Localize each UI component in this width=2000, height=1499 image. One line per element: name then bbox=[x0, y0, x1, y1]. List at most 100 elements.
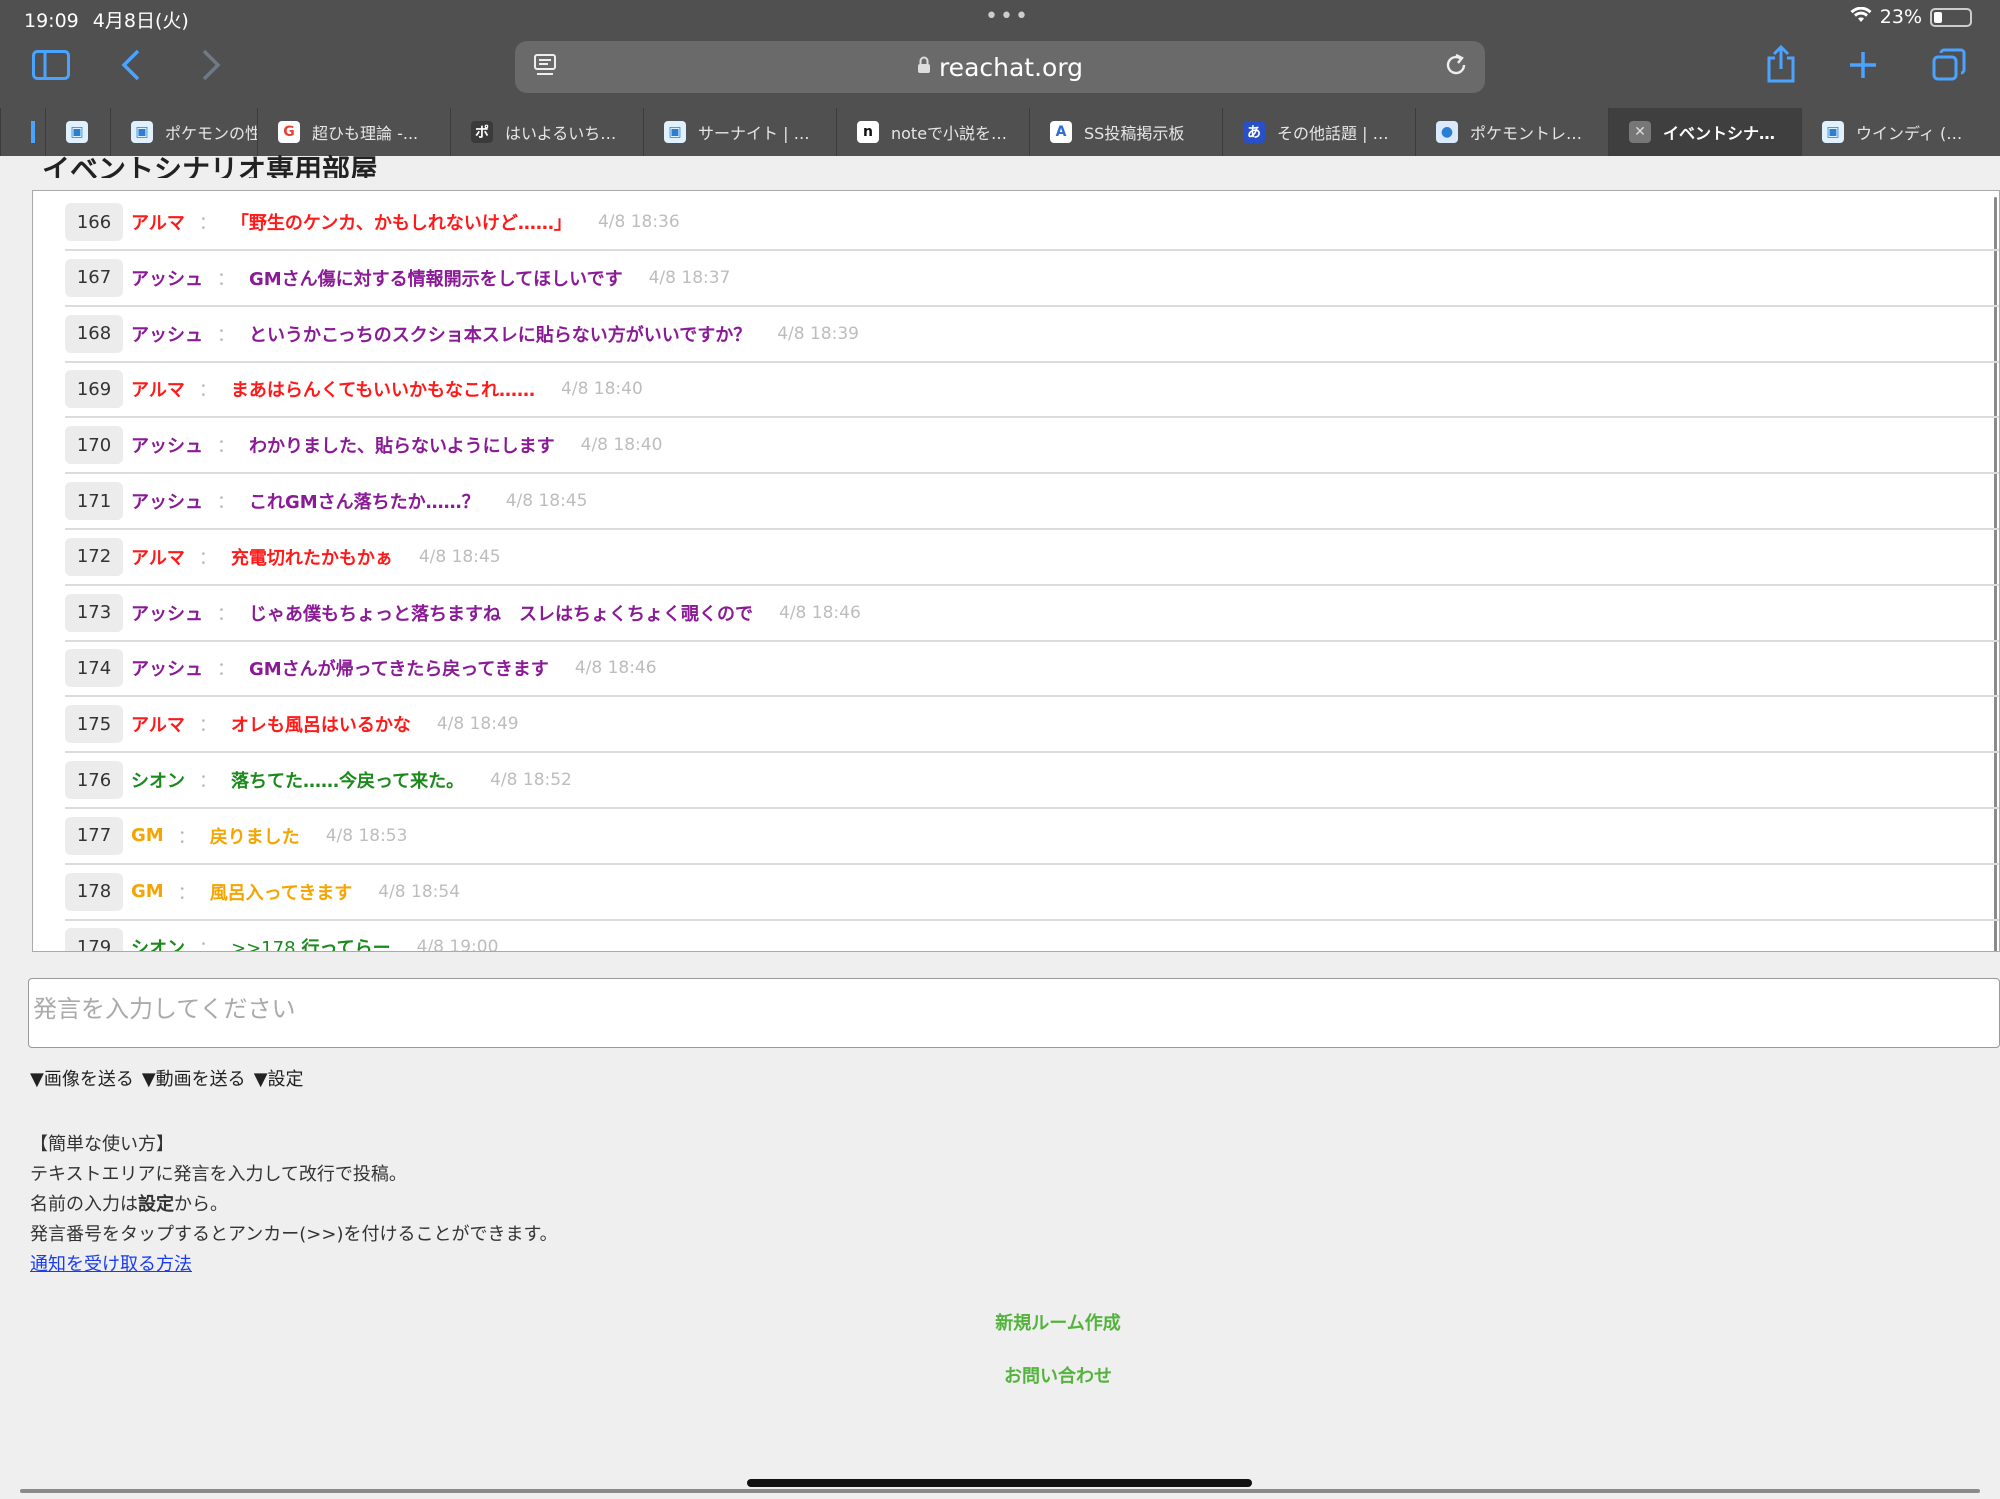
message-input[interactable]: 発言を入力してください bbox=[28, 978, 2000, 1048]
message-number[interactable]: 174 bbox=[65, 649, 123, 688]
tab-favicon-icon: A bbox=[1050, 121, 1072, 143]
tab-favicon-icon: ▣ bbox=[1822, 121, 1844, 143]
message-number[interactable]: 175 bbox=[65, 705, 123, 744]
message-text: 「野生のケンカ、かもしれないけど……」 bbox=[230, 213, 572, 234]
chat-message-row: 171 アッシュ ： これGMさん落ちたか……？ 4/8 18:45 bbox=[65, 474, 1999, 530]
chat-message-row: 169 アルマ ： まあはらんくてもいいかもなこれ…… 4/8 18:40 bbox=[65, 362, 1999, 419]
settings-link[interactable]: ▼設定 bbox=[254, 1065, 304, 1091]
tab-label: その他話題 | … bbox=[1277, 124, 1389, 143]
chat-message-row: 170 アッシュ ： わかりました、貼らないようにします 4/8 18:40 bbox=[65, 418, 1999, 475]
tab-9[interactable]: ● ポケモントレ… bbox=[1415, 108, 1608, 156]
status-bar: 19:09 4月8日(火) bbox=[24, 6, 189, 33]
new-room-link[interactable]: 新規ルーム作成 bbox=[0, 1309, 2000, 1335]
tab-label: SS投稿掲示板 bbox=[1084, 124, 1185, 143]
send-image-link[interactable]: ▼画像を送る bbox=[30, 1065, 134, 1091]
speaker-name: シオン bbox=[131, 771, 185, 792]
tab-favicon-icon: ● bbox=[1436, 121, 1458, 143]
tab-10[interactable]: ✕ イベントシナ… bbox=[1608, 108, 1801, 156]
help-line: 発言番号をタップするとアンカー(>>)を付けることができます。 bbox=[30, 1224, 558, 1245]
message-timestamp: 4/8 18:45 bbox=[418, 546, 501, 567]
tab-11[interactable]: ▣ ウインディ (… bbox=[1801, 108, 2000, 156]
reader-icon[interactable] bbox=[533, 53, 557, 85]
chat-message-row: 176 シオン ： 落ちてた……今戻って来た。 4/8 18:52 bbox=[65, 753, 1999, 809]
message-number[interactable]: 167 bbox=[65, 258, 123, 297]
battery-icon bbox=[1930, 7, 1972, 27]
tab-favicon-icon: ポ bbox=[471, 121, 493, 143]
message-number[interactable]: 172 bbox=[65, 537, 123, 576]
speaker-name: アルマ bbox=[131, 380, 185, 402]
message-number[interactable]: 177 bbox=[65, 816, 123, 855]
battery-percent: 23% bbox=[1879, 6, 1922, 28]
notification-help-link[interactable]: 通知を受け取る方法 bbox=[30, 1250, 558, 1280]
name-separator: ： bbox=[198, 380, 217, 402]
send-video-link[interactable]: ▼動画を送る bbox=[142, 1065, 246, 1091]
name-separator: ： bbox=[217, 324, 235, 346]
message-number[interactable]: 169 bbox=[65, 370, 123, 409]
browser-chrome: 19:09 4月8日(火) ••• 23% reachat.org ▣ ▣ ポケ… bbox=[0, 0, 2000, 156]
name-separator: ： bbox=[217, 268, 235, 290]
chat-log[interactable]: 166 アルマ ： 「野生のケンカ、かもしれないけど……」 4/8 18:36 167 アッ… bbox=[32, 190, 2000, 952]
name-separator: ： bbox=[198, 213, 217, 234]
tabs-overview-icon[interactable] bbox=[1932, 48, 1966, 88]
reply-anchor-link[interactable]: >>178 bbox=[231, 938, 296, 951]
address-bar[interactable]: reachat.org bbox=[515, 41, 1485, 93]
speaker-name: アッシュ bbox=[131, 603, 203, 625]
speaker-name: アッシュ bbox=[131, 436, 203, 458]
chat-message-row: 172 アルマ ： 充電切れたかもかぁ 4/8 18:45 bbox=[65, 530, 1999, 586]
tab-8[interactable]: あその他話題 | … bbox=[1222, 108, 1415, 156]
message-number[interactable]: 176 bbox=[65, 761, 123, 799]
speaker-name: シオン bbox=[131, 938, 185, 952]
tab-6[interactable]: n noteで小説を… bbox=[836, 108, 1029, 156]
message-timestamp: 4/8 18:36 bbox=[597, 212, 680, 232]
tab-7[interactable]: A SS投稿掲示板 bbox=[1029, 108, 1222, 156]
multitask-dots-icon[interactable]: ••• bbox=[985, 4, 1030, 29]
status-right: 23% bbox=[1850, 6, 1972, 28]
page-scrollbar[interactable] bbox=[20, 1489, 1980, 1493]
message-text: じゃあ僕もちょっと落ちますね スレはちょくちょく覗くので bbox=[249, 603, 753, 625]
message-number[interactable]: 173 bbox=[65, 593, 123, 632]
message-timestamp: 4/8 18:53 bbox=[325, 825, 408, 846]
tab-0[interactable] bbox=[0, 108, 45, 156]
speaker-name: アッシュ bbox=[131, 659, 203, 681]
message-number[interactable]: 168 bbox=[65, 314, 123, 353]
name-separator: ： bbox=[199, 938, 217, 952]
name-separator: ： bbox=[198, 715, 217, 737]
new-tab-icon[interactable] bbox=[1848, 50, 1878, 86]
speaker-name: GM bbox=[131, 881, 164, 903]
tab-label: noteで小説を… bbox=[891, 124, 1008, 143]
help-line: テキストエリアに発言を入力して改行で投稿。 bbox=[30, 1164, 407, 1185]
speaker-name: アルマ bbox=[131, 213, 185, 234]
option-links: ▼画像を送る ▼動画を送る ▼設定 bbox=[30, 1065, 304, 1091]
forward-icon[interactable] bbox=[200, 48, 222, 88]
name-separator: ： bbox=[217, 436, 235, 458]
message-text: わかりました、貼らないようにします bbox=[249, 436, 555, 458]
share-icon[interactable] bbox=[1765, 44, 1797, 90]
tab-5[interactable]: ▣ サーナイト | … bbox=[643, 108, 836, 156]
message-text: オレも風呂はいるかな bbox=[230, 715, 411, 737]
message-timestamp: 4/8 18:37 bbox=[648, 267, 731, 288]
chat-message-row: 168 アッシュ ： というかこっちのスクショ本スレに貼らない方がいいですか？ 4/8 … bbox=[65, 307, 1999, 363]
tab-label: サーナイト | … bbox=[698, 124, 810, 143]
message-number[interactable]: 171 bbox=[65, 482, 123, 520]
contact-link[interactable]: お問い合わせ bbox=[0, 1362, 2000, 1388]
tab-favicon-icon: ▣ bbox=[66, 121, 88, 143]
chat-message-row: 166 アルマ ： 「野生のケンカ、かもしれないけど……」 4/8 18:36 bbox=[65, 195, 1999, 251]
message-number[interactable]: 179 bbox=[65, 928, 123, 951]
message-timestamp: 4/8 18:52 bbox=[490, 770, 572, 790]
message-number[interactable]: 166 bbox=[65, 203, 123, 241]
message-number[interactable]: 170 bbox=[65, 426, 123, 465]
tab-4[interactable]: ポはいよるいち… bbox=[450, 108, 643, 156]
help-bold: 設定 bbox=[138, 1194, 174, 1215]
back-icon[interactable] bbox=[120, 48, 142, 88]
chat-message-row: 174 アッシュ ： GMさんが帰ってきたら戻ってきます 4/8 18:46 bbox=[65, 641, 1999, 698]
tab-label: ポケモントレ… bbox=[1470, 124, 1583, 143]
message-number[interactable]: 178 bbox=[65, 872, 123, 911]
speaker-name: GM bbox=[131, 825, 164, 847]
chat-message-row: 178 GM ： 風呂入ってきます 4/8 18:54 bbox=[65, 865, 1999, 921]
tab-favicon-icon: ▣ bbox=[131, 121, 153, 143]
speaker-name: アッシュ bbox=[131, 492, 203, 513]
reload-icon[interactable] bbox=[1443, 51, 1469, 86]
tab-favicon-icon: あ bbox=[1243, 121, 1265, 143]
help-text: から。 bbox=[174, 1194, 228, 1215]
sidebar-icon[interactable] bbox=[32, 50, 70, 86]
